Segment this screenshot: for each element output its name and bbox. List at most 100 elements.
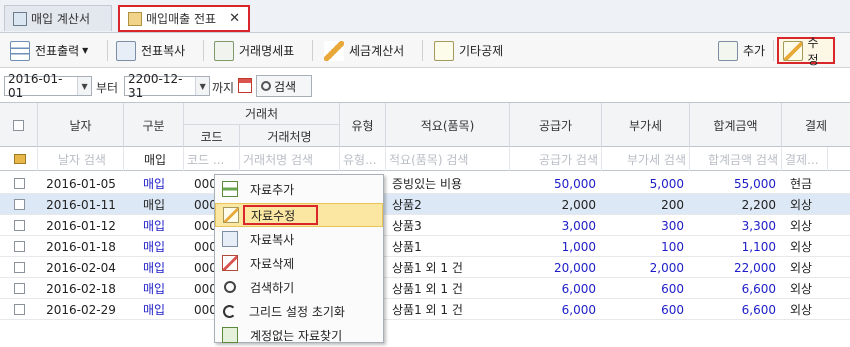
filter-kind[interactable]: 유형... xyxy=(340,147,386,171)
chevron-down-icon[interactable]: ▼ xyxy=(77,77,91,95)
cell-total: 22,000 xyxy=(734,260,776,275)
cell-summary: 상품1 xyxy=(392,240,422,254)
row-checkbox[interactable] xyxy=(13,304,25,315)
table-row[interactable]: 2016-02-18 매입 000 상품1 외 1 건 6,000 600 6,… xyxy=(0,278,850,299)
header-type[interactable]: 구분 xyxy=(124,103,184,147)
header-client-name[interactable]: 거래처명 xyxy=(240,125,340,147)
filter-client-name[interactable]: 거래처명 검색 xyxy=(240,147,340,171)
filter-type[interactable]: 매입 xyxy=(124,147,184,171)
edit-label: 수정 xyxy=(807,35,819,67)
table-row[interactable]: 2016-02-04 매입 000 상품1 외 1 건 20,000 2,000… xyxy=(0,257,850,278)
cell-summary: 상품1 외 1 건 xyxy=(392,261,463,275)
refresh-icon xyxy=(223,304,236,318)
date-from-combo[interactable]: 2016-01-01 ▼ xyxy=(4,72,92,100)
header-kind[interactable]: 유형 xyxy=(340,103,386,147)
cell-total: 6,600 xyxy=(741,302,776,317)
filter-supply[interactable]: 공급가 검색 xyxy=(510,147,602,171)
menu-item-reset-grid[interactable]: 그리드 설정 초기화 xyxy=(215,299,383,323)
divider xyxy=(107,40,108,61)
slip-copy-button[interactable]: 전표복사 xyxy=(112,37,189,64)
filter-payment[interactable]: 결제... xyxy=(782,147,828,171)
row-checkbox[interactable] xyxy=(13,178,25,189)
filter-summary[interactable]: 적요(품목) 검색 xyxy=(386,147,510,171)
filter-lock-icon xyxy=(0,147,38,171)
cell-vat: 600 xyxy=(661,281,684,296)
row-checkbox[interactable] xyxy=(13,199,25,210)
cell-summary: 상품3 xyxy=(392,219,422,233)
delete-data-icon xyxy=(222,255,238,271)
row-checkbox[interactable] xyxy=(13,283,25,294)
cell-summary: 증빙있는 비용 xyxy=(392,177,463,191)
magnifier-icon xyxy=(261,81,271,91)
cell-total: 6,600 xyxy=(741,281,776,296)
row-checkbox[interactable] xyxy=(13,241,25,252)
header-code[interactable]: 코드 xyxy=(184,125,240,147)
row-checkbox[interactable] xyxy=(13,220,25,231)
header-vat[interactable]: 부가세 xyxy=(602,103,690,147)
search-button[interactable]: 검색 xyxy=(256,75,312,97)
copy-icon xyxy=(116,40,136,61)
filter-code[interactable]: 코드 ... xyxy=(184,147,240,171)
cell-payment: 외상 xyxy=(790,240,813,254)
to-label: 까지 xyxy=(212,81,235,95)
table-row[interactable]: 2016-01-18 매입 000 상품1 1,000 100 1,100 외상 xyxy=(0,236,850,257)
slip-print-button[interactable]: 전표출력 ▼ xyxy=(6,37,92,64)
header-date[interactable]: 날자 xyxy=(38,103,124,147)
chevron-down-icon[interactable]: ▼ xyxy=(195,77,209,95)
header-client-group: 거래처 xyxy=(184,103,340,125)
header-summary[interactable]: 적요(품목) xyxy=(386,103,510,147)
date-filter-bar: 2016-01-01 ▼ 부터 2200-12-31 ▼ 까지 검색 xyxy=(0,72,850,100)
menu-item-label: 자료추가 xyxy=(250,182,295,197)
cell-summary: 상품1 외 1 건 xyxy=(392,303,463,317)
table-row[interactable]: 2016-02-29 매입 000 상품1 외 1 건 6,000 600 6,… xyxy=(0,299,850,320)
folder-icon xyxy=(128,11,142,26)
trade-statement-button[interactable]: 거래명세표 xyxy=(210,37,298,64)
header-payment[interactable]: 결제 xyxy=(782,103,850,147)
other-deduction-label: 기타공제 xyxy=(459,44,504,58)
menu-item-add[interactable]: 자료추가 xyxy=(215,177,383,201)
header-supply[interactable]: 공급가 xyxy=(510,103,602,147)
cell-vat: 100 xyxy=(661,239,684,254)
add-button[interactable]: 추가 xyxy=(714,37,769,64)
menu-item-find-unassigned[interactable]: 계정없는 자료찾기 xyxy=(215,323,383,347)
cell-vat: 200 xyxy=(661,197,684,212)
filter-total[interactable]: 합계금액 검색 xyxy=(690,147,782,171)
header-total[interactable]: 합계금액 xyxy=(690,103,782,147)
menu-item-label: 자료복사 xyxy=(250,232,295,247)
divider xyxy=(773,40,774,61)
other-deduction-button[interactable]: 기타공제 xyxy=(430,37,507,64)
cell-type: 매입 xyxy=(142,303,166,317)
cell-date: 2016-01-11 xyxy=(46,197,116,212)
table-row[interactable]: 2016-01-12 매입 000 상품3 3,000 300 3,300 외상 xyxy=(0,215,850,236)
select-all-header xyxy=(0,103,38,147)
table-row[interactable]: 2016-01-05 매입 000 증빙있는 비용 50,000 5,000 5… xyxy=(0,173,850,194)
close-icon[interactable]: ✕ xyxy=(229,11,240,26)
filter-vat[interactable]: 부가세 검색 xyxy=(602,147,690,171)
search-label: 검색 xyxy=(274,79,297,94)
delete-button[interactable] xyxy=(840,37,850,64)
row-checkbox[interactable] xyxy=(13,262,25,273)
tab-purchase-invoice[interactable]: 매입 계산서 xyxy=(4,5,112,31)
cell-vat: 300 xyxy=(661,218,684,233)
calendar-icon[interactable] xyxy=(238,78,252,93)
slip-copy-label: 전표복사 xyxy=(141,44,186,58)
edit-button[interactable]: 수정 xyxy=(777,36,835,67)
grid-icon xyxy=(10,40,30,61)
tab-sales-purchase-slip[interactable]: 매입매출 전표 ✕ xyxy=(118,5,250,32)
divider xyxy=(422,40,423,61)
filter-date[interactable]: 날자 검색 xyxy=(38,147,124,171)
cell-payment: 외상 xyxy=(790,219,813,233)
menu-item-label: 계정없는 자료찾기 xyxy=(250,328,343,343)
cell-total: 1,100 xyxy=(741,239,776,254)
tax-invoice-button[interactable]: 세금계산서 xyxy=(320,37,408,64)
select-all-checkbox[interactable] xyxy=(13,119,24,131)
filter-payment-extra[interactable] xyxy=(828,147,850,171)
cell-supply: 50,000 xyxy=(554,176,596,191)
date-to-combo[interactable]: 2200-12-31 ▼ xyxy=(124,72,210,100)
cell-supply: 2,000 xyxy=(561,197,596,212)
menu-item-search[interactable]: 검색하기 xyxy=(215,275,383,299)
menu-item-delete[interactable]: 자료삭제 xyxy=(215,251,383,275)
table-row[interactable]: 2016-01-11 매입 000 상품2 2,000 200 2,200 외상 xyxy=(0,194,850,215)
menu-item-copy[interactable]: 자료복사 xyxy=(215,227,383,251)
tab-label: 매입매출 전표 xyxy=(146,12,217,26)
